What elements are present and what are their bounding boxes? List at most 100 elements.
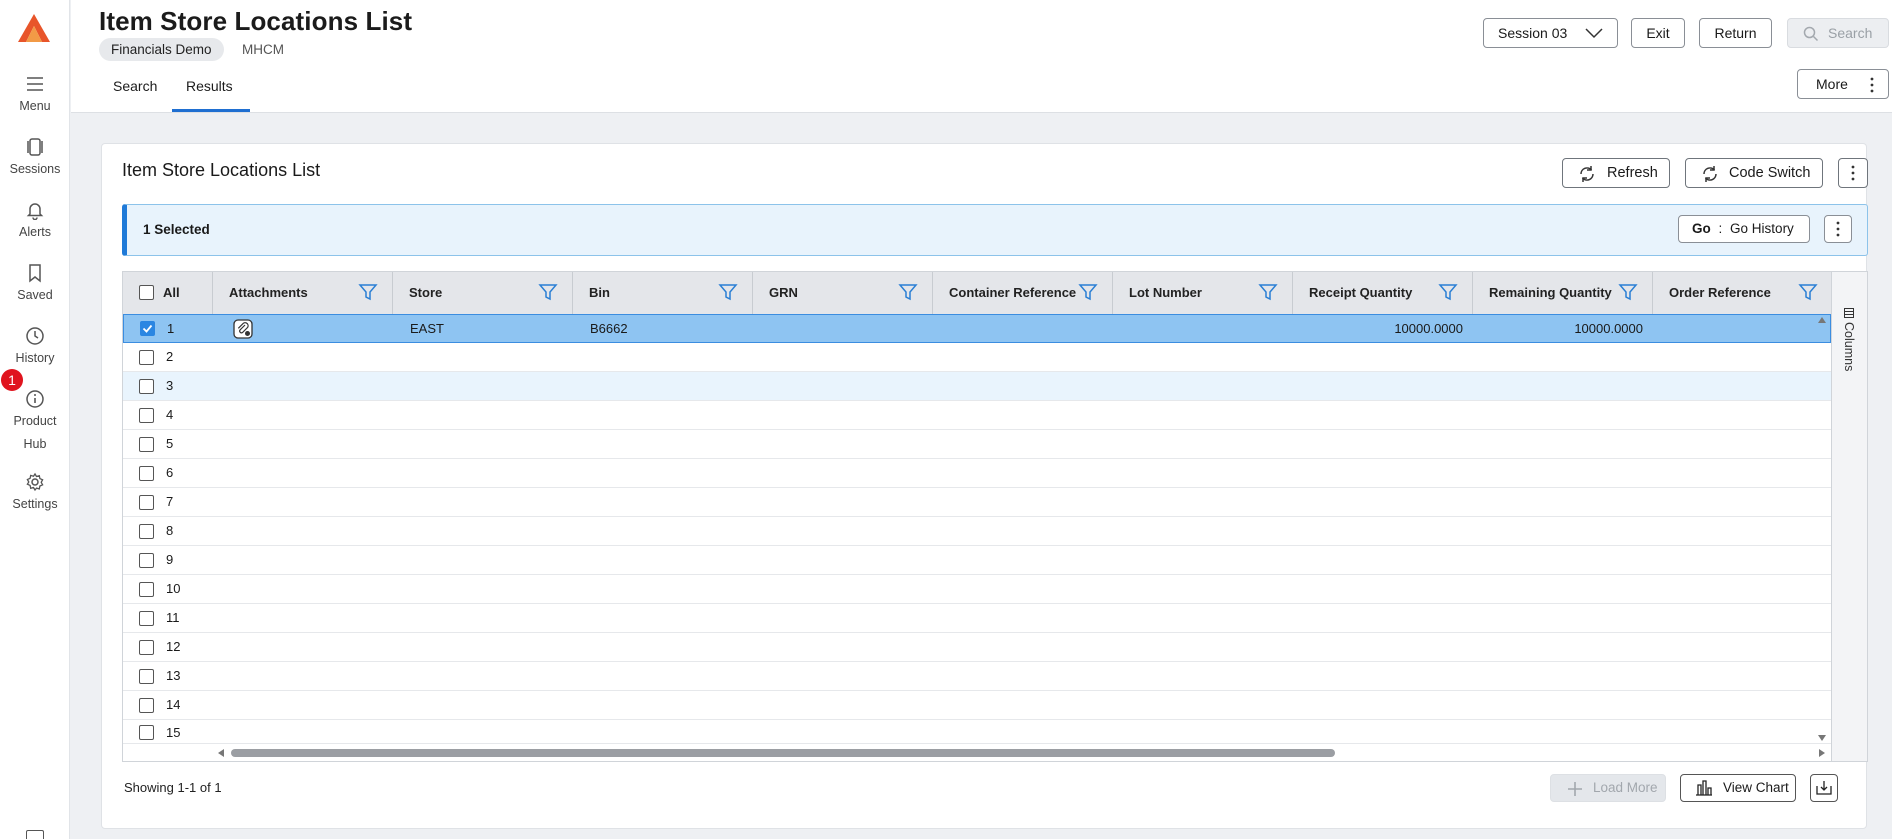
download-icon [1816, 781, 1832, 795]
rail-product-label: Product [13, 414, 57, 428]
rail-menu-label: Menu [19, 99, 51, 113]
table-row[interactable]: 9 [123, 546, 1831, 575]
table-row[interactable]: 8 [123, 517, 1831, 546]
table-row[interactable]: 2 [123, 343, 1831, 372]
cell-receipt-quantity: 10000.0000 [1394, 321, 1463, 336]
cell-bin: B6662 [590, 321, 628, 336]
rail-sessions-label: Sessions [9, 162, 61, 176]
rail-menu[interactable]: Menu [0, 74, 70, 116]
rail-settings[interactable]: Settings [0, 472, 70, 514]
search-button[interactable]: Search [1787, 18, 1889, 48]
table-row[interactable]: 13 [123, 662, 1831, 691]
sessions-icon [27, 138, 43, 156]
code-switch-button[interactable]: Code Switch [1685, 158, 1823, 188]
view-chart-button[interactable]: View Chart [1680, 774, 1796, 802]
header-bin[interactable]: Bin [589, 272, 610, 314]
tab-results[interactable]: Results [186, 78, 233, 94]
row-checkbox[interactable] [139, 437, 154, 452]
row-checkbox[interactable] [139, 495, 154, 510]
row-checkbox[interactable] [139, 350, 154, 365]
filter-icon[interactable] [1078, 282, 1098, 302]
table-row[interactable]: 7 [123, 488, 1831, 517]
row-checkbox[interactable] [140, 321, 155, 336]
selection-kebab-button[interactable] [1824, 215, 1852, 243]
row-checkbox[interactable] [139, 582, 154, 597]
table-row[interactable]: 15 [123, 720, 1831, 744]
card-kebab-button[interactable] [1838, 158, 1868, 188]
bookmark-icon [29, 264, 41, 283]
row-checkbox[interactable] [139, 466, 154, 481]
load-more-button[interactable]: Load More [1550, 774, 1666, 802]
table-row[interactable]: 3 [123, 372, 1831, 401]
filter-icon[interactable] [1438, 282, 1458, 302]
tab-search[interactable]: Search [113, 78, 157, 94]
rail-sessions[interactable]: Sessions [0, 137, 70, 179]
session-select[interactable]: Session 03 [1483, 18, 1618, 48]
header-order-reference[interactable]: Order Reference [1669, 272, 1771, 314]
header-remaining-quantity[interactable]: Remaining Quantity [1489, 272, 1612, 314]
table-row[interactable]: 1 EAST B6662 10000.0000 10000.0000 [123, 314, 1831, 343]
scroll-down-arrow-icon[interactable] [1817, 734, 1827, 742]
rail-alerts[interactable]: Alerts [0, 200, 70, 242]
header-attachments[interactable]: Attachments [229, 272, 308, 314]
refresh-button[interactable]: Refresh [1562, 158, 1670, 188]
header-store[interactable]: Store [409, 272, 442, 314]
rail-product-hub[interactable]: Product Hub [0, 389, 70, 459]
columns-panel-label[interactable]: Columns [1842, 322, 1856, 371]
scroll-left-arrow-icon[interactable] [217, 748, 225, 758]
filter-icon[interactable] [718, 282, 738, 302]
scroll-up-arrow-icon[interactable] [1817, 316, 1827, 324]
filter-icon[interactable] [1258, 282, 1278, 302]
row-checkbox[interactable] [139, 524, 154, 539]
scroll-right-arrow-icon[interactable] [1818, 748, 1826, 758]
table-row[interactable]: 5 [123, 430, 1831, 459]
row-checkbox[interactable] [139, 611, 154, 626]
row-number: 1 [167, 321, 175, 336]
exit-button[interactable]: Exit [1631, 18, 1685, 48]
table-row[interactable]: 11 [123, 604, 1831, 633]
attachment-icon[interactable] [233, 319, 253, 339]
row-number: 11 [166, 610, 180, 625]
filter-icon[interactable] [898, 282, 918, 302]
row-checkbox[interactable] [139, 698, 154, 713]
header-container-reference[interactable]: Container Reference [949, 272, 1076, 314]
table-row[interactable]: 4 [123, 401, 1831, 430]
columns-icon [1844, 308, 1854, 318]
filter-icon[interactable] [358, 282, 378, 302]
row-checkbox[interactable] [139, 379, 154, 394]
company-chip[interactable]: Financials Demo [99, 38, 224, 61]
header-receipt-quantity[interactable]: Receipt Quantity [1309, 272, 1412, 314]
table-row[interactable]: 10 [123, 575, 1831, 604]
row-number: 7 [166, 494, 174, 509]
filter-icon[interactable] [538, 282, 558, 302]
horizontal-scroll-thumb[interactable] [231, 749, 1335, 757]
menu-icon [27, 77, 43, 91]
export-button[interactable] [1810, 774, 1838, 802]
header-lot-number[interactable]: Lot Number [1129, 272, 1202, 314]
row-checkbox[interactable] [139, 640, 154, 655]
columns-panel[interactable]: Columns [1831, 272, 1867, 761]
horizontal-scrollbar[interactable] [123, 744, 1831, 761]
table-row[interactable]: 14 [123, 691, 1831, 720]
row-checkbox[interactable] [139, 553, 154, 568]
rail-saved[interactable]: Saved [0, 263, 70, 305]
row-checkbox[interactable] [139, 408, 154, 423]
header-grn[interactable]: GRN [769, 272, 798, 314]
table-row[interactable]: 6 [123, 459, 1831, 488]
row-number: 2 [166, 349, 174, 364]
rail-history[interactable]: History [0, 326, 70, 368]
filter-icon[interactable] [1618, 282, 1638, 302]
more-button[interactable]: More [1797, 69, 1889, 99]
bar-chart-icon [1696, 780, 1712, 796]
panel-toggle-icon[interactable] [26, 830, 44, 839]
row-checkbox[interactable] [139, 669, 154, 684]
header-divider [1472, 272, 1473, 314]
go-history-button[interactable]: Go : Go History [1678, 215, 1810, 243]
table-row[interactable]: 12 [123, 633, 1831, 662]
select-all-checkbox[interactable] [139, 285, 154, 300]
app-logo-icon[interactable] [17, 12, 51, 44]
filter-icon[interactable] [1798, 282, 1818, 302]
return-button[interactable]: Return [1699, 18, 1772, 48]
kebab-icon [1836, 221, 1840, 237]
row-checkbox[interactable] [139, 725, 154, 740]
